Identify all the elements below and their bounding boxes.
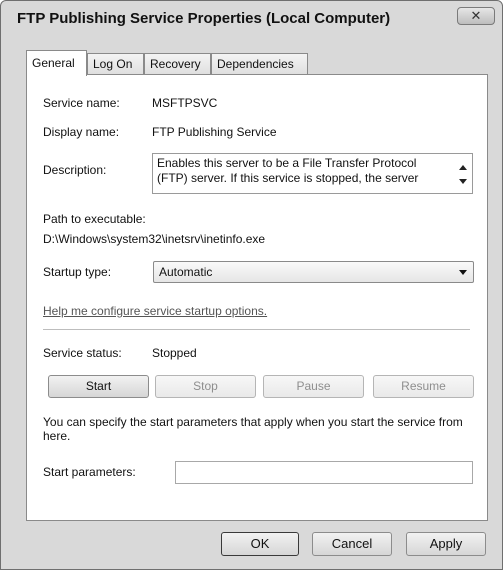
start-parameters-input[interactable]	[175, 461, 473, 484]
close-icon: ✕	[470, 8, 482, 23]
stop-button[interactable]: Stop	[155, 375, 256, 398]
description-field[interactable]: Enables this server to be a File Transfe…	[152, 153, 473, 194]
description-label: Description:	[43, 163, 107, 177]
service-name-label: Service name:	[43, 96, 120, 110]
cancel-button[interactable]: Cancel	[312, 532, 392, 556]
title-bar[interactable]: FTP Publishing Service Properties (Local…	[1, 1, 502, 31]
service-status-value: Stopped	[152, 346, 197, 360]
scroll-down-icon[interactable]	[459, 179, 467, 184]
start-parameters-info: You can specify the start parameters tha…	[43, 415, 463, 443]
tab-recovery[interactable]: Recovery	[144, 53, 211, 75]
display-name-label: Display name:	[43, 125, 120, 139]
display-name-value: FTP Publishing Service	[152, 125, 277, 139]
startup-help-link[interactable]: Help me configure service startup option…	[43, 304, 267, 318]
properties-dialog: FTP Publishing Service Properties (Local…	[0, 0, 503, 570]
chevron-down-icon	[459, 270, 467, 275]
apply-button[interactable]: Apply	[406, 532, 486, 556]
scroll-up-icon[interactable]	[459, 165, 467, 170]
close-button[interactable]: ✕	[457, 7, 495, 25]
startup-type-label: Startup type:	[43, 265, 112, 279]
start-parameters-label: Start parameters:	[43, 465, 136, 479]
path-value: D:\Windows\system32\inetsrv\inetinfo.exe	[43, 232, 266, 246]
pause-button[interactable]: Pause	[263, 375, 364, 398]
start-button[interactable]: Start	[48, 375, 149, 398]
service-name-value: MSFTPSVC	[152, 96, 218, 110]
tab-general[interactable]: General	[26, 50, 87, 76]
general-tab-panel: Service name: MSFTPSVC Display name: FTP…	[26, 74, 488, 521]
startup-type-value: Automatic	[159, 265, 213, 279]
dialog-title: FTP Publishing Service Properties (Local…	[17, 10, 391, 27]
resume-button[interactable]: Resume	[373, 375, 474, 398]
description-scrollbar[interactable]	[455, 154, 472, 193]
description-text: Enables this server to be a File Transfe…	[157, 156, 419, 185]
tab-log-on[interactable]: Log On	[87, 53, 144, 75]
path-label: Path to executable:	[43, 212, 146, 226]
divider	[43, 329, 470, 331]
service-status-label: Service status:	[43, 346, 122, 360]
ok-button[interactable]: OK	[221, 532, 299, 556]
startup-type-select[interactable]: Automatic	[153, 261, 474, 283]
tab-dependencies[interactable]: Dependencies	[211, 53, 308, 75]
